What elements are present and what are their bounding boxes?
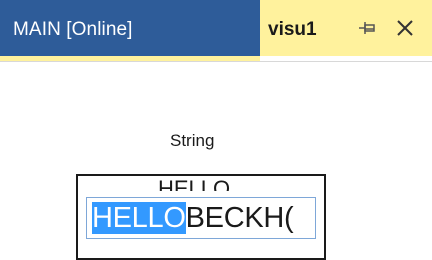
string-label: String: [170, 131, 215, 150]
selected-text: HELLO: [92, 202, 186, 234]
pin-icon[interactable]: [357, 17, 377, 39]
tab-visu1[interactable]: visu1: [260, 0, 432, 56]
tab-main-online[interactable]: MAIN [Online]: [0, 0, 260, 56]
string-input-value: HELLOBECKH(: [92, 202, 294, 234]
ghost-value-text: HELLO: [158, 178, 231, 191]
document-tab-bar: MAIN [Online] visu1: [0, 0, 432, 61]
string-edit-frame: HELLO HELLOBECKH(: [76, 174, 326, 260]
tab-visu1-label: visu1: [268, 19, 317, 40]
unselected-text: BECKH(: [185, 202, 294, 234]
tab-main-label: MAIN [Online]: [13, 19, 133, 40]
string-input[interactable]: HELLOBECKH(: [86, 197, 316, 239]
close-icon[interactable]: [395, 18, 415, 38]
